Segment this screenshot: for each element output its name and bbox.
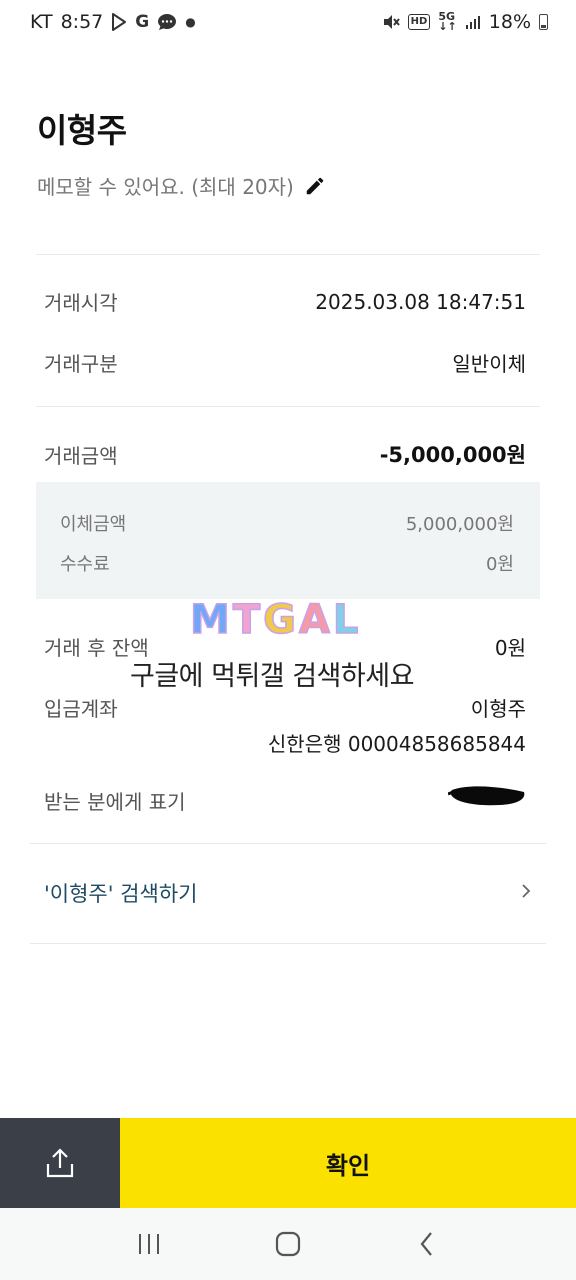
memo-placeholder[interactable]: 메모할 수 있어요. (최대 20자) <box>37 171 294 200</box>
transaction-time-row: 거래시각 2025.03.08 18:47:51 <box>44 287 526 316</box>
back-icon[interactable] <box>418 1231 436 1257</box>
recipient-name-title: 이형주 <box>37 111 127 150</box>
balance-value: 0원 <box>494 636 526 660</box>
watermark-letter: M <box>189 596 231 644</box>
transaction-amount-value: -5,000,000원 <box>379 443 526 467</box>
transaction-type-label: 거래구분 <box>44 352 118 376</box>
divider <box>30 943 546 944</box>
watermark-letter: L <box>332 596 360 644</box>
watermark-letter: G <box>262 596 297 644</box>
message-icon <box>157 13 177 31</box>
hd-icon: HD <box>407 14 431 30</box>
battery-icon <box>539 14 548 30</box>
watermark-letter: T <box>232 596 262 644</box>
chevron-right-icon[interactable] <box>520 881 532 905</box>
home-icon[interactable] <box>275 1231 301 1257</box>
divider <box>36 254 540 255</box>
navigation-bar <box>0 1208 576 1280</box>
transaction-type-value: 일반이체 <box>452 352 526 376</box>
recent-apps-icon[interactable] <box>136 1232 162 1256</box>
search-recipient-link[interactable]: '이형주' 검색하기 <box>44 878 532 908</box>
transfer-detail-screen: KT 8:57 G ● HD 5G ↓↑ 18% 이형주 메모할 수 있어요. … <box>0 0 576 1280</box>
clock: 8:57 <box>60 11 104 33</box>
divider <box>36 406 540 407</box>
transaction-type-row: 거래구분 일반이체 <box>44 348 526 377</box>
pencil-icon[interactable] <box>304 175 326 197</box>
home-button[interactable] <box>268 1224 308 1264</box>
memo-row[interactable]: 메모할 수 있어요. (최대 20자) <box>37 171 326 200</box>
status-bar: KT 8:57 G ● HD 5G ↓↑ 18% <box>0 0 576 44</box>
deposit-account-name: 이형주 <box>470 697 526 721</box>
fee-label: 수수료 <box>60 554 110 575</box>
5g-icon: 5G ↓↑ <box>438 10 457 33</box>
carrier: KT <box>30 11 53 33</box>
signal-icon <box>465 14 481 30</box>
redacted-scribble <box>448 786 525 806</box>
status-right: HD 5G ↓↑ 18% <box>382 11 548 33</box>
confirm-button[interactable]: 확인 <box>120 1118 576 1208</box>
share-button[interactable] <box>0 1118 120 1208</box>
back-button[interactable] <box>407 1224 447 1264</box>
mute-icon <box>382 13 400 31</box>
transfer-amount-row: 이체금액 5,000,000원 <box>60 510 514 536</box>
transaction-amount-label: 거래금액 <box>44 443 118 468</box>
transfer-amount-value: 5,000,000원 <box>405 514 514 535</box>
fee-value: 0원 <box>485 554 514 575</box>
action-bar: 확인 <box>0 1118 576 1208</box>
watermark-text: 구글에 먹튀갤 검색하세요 <box>130 661 414 692</box>
transfer-amount-label: 이체금액 <box>60 514 127 535</box>
fee-row: 수수료 0원 <box>60 550 514 576</box>
transaction-time-label: 거래시각 <box>44 291 118 315</box>
transaction-amount-row: 거래금액 -5,000,000원 <box>44 439 526 469</box>
status-left: KT 8:57 G ● <box>30 11 196 33</box>
google-icon: G <box>135 12 150 32</box>
search-recipient-label[interactable]: '이형주' 검색하기 <box>44 878 197 908</box>
deposit-account-row: 입금계좌 이형주 <box>44 693 526 722</box>
play-store-icon <box>111 13 127 31</box>
deposit-account-label: 입금계좌 <box>44 697 118 721</box>
watermark-logo: M T G A L <box>189 596 360 644</box>
deposit-account-number: 신한은행 00004858685844 <box>267 732 526 756</box>
share-icon[interactable] <box>45 1147 75 1179</box>
recipient-display-label: 받는 분에게 표기 <box>44 790 186 814</box>
recent-apps-button[interactable] <box>129 1224 169 1264</box>
amount-breakdown-box: 이체금액 5,000,000원 수수료 0원 <box>36 482 540 599</box>
divider <box>30 843 546 844</box>
notification-dot-icon: ● <box>185 15 196 29</box>
watermark-letter: A <box>298 596 331 644</box>
transaction-time-value: 2025.03.08 18:47:51 <box>315 289 526 314</box>
battery-percent: 18% <box>488 11 531 33</box>
